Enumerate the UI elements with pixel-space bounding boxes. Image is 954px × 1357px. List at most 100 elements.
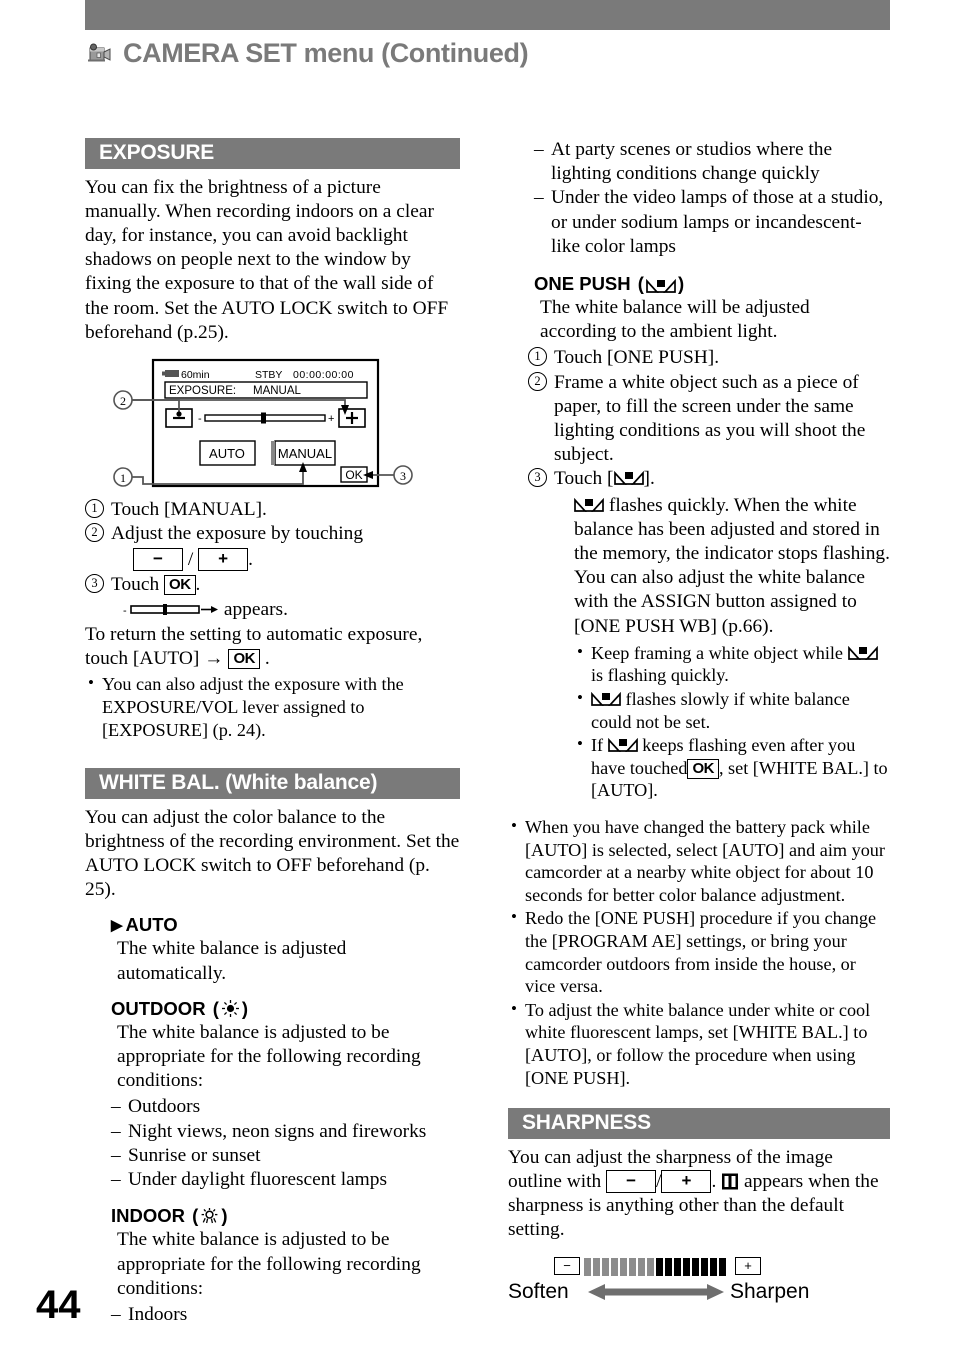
level-bar [719, 1258, 726, 1277]
plus-key-glyph: + [198, 548, 249, 572]
level-bar [611, 1258, 618, 1277]
svg-text:00:00:00:00: 00:00:00:00 [293, 369, 354, 381]
indoor-conditions-list: Indoors [111, 1303, 460, 1327]
paren-close: ) [677, 273, 685, 295]
svg-text:AUTO: AUTO [209, 446, 245, 461]
one-push-wb-icon [607, 736, 638, 753]
period: . [711, 1170, 717, 1192]
list-item: Under the video lamps of those at a stud… [534, 186, 890, 259]
option-name: ONE PUSH [534, 273, 631, 295]
list-item: To adjust the white balance under white … [508, 998, 890, 1089]
level-bar [665, 1258, 672, 1277]
svg-text:EXPOSURE:: EXPOSURE: [169, 385, 236, 397]
arrow-glyph: → [204, 648, 224, 670]
ok-key-glyph: OK [687, 758, 719, 779]
one-push-steps-list: 1 Touch [ONE PUSH]. 2 Frame a white object… [528, 346, 890, 802]
one-push-sub-bullets: Keep framing a white object while is fla… [574, 641, 890, 802]
level-bar [620, 1258, 627, 1277]
section-header-exposure: EXPOSURE [85, 138, 460, 169]
level-bar [710, 1258, 717, 1277]
exposure-appears-line: - appears. [123, 598, 460, 622]
list-item: Sunrise or sunset [111, 1144, 460, 1168]
sharpness-minus-key: − [554, 1257, 580, 1276]
sharpness-body: You can adjust the sharpness of the imag… [508, 1146, 890, 1243]
ok-key-glyph: OK [228, 649, 260, 670]
level-bar [602, 1258, 609, 1277]
list-item: flashes slowly if white balance could no… [574, 687, 890, 733]
option-heading-outdoor: OUTDOOR ( ) [111, 998, 460, 1020]
one-push-detail-1: flashes quickly. When the white balance … [574, 494, 890, 567]
sharpness-indicator-icon [721, 1172, 739, 1191]
svg-text:3: 3 [400, 469, 406, 483]
paren-open: ( [187, 1205, 199, 1227]
step-number: 1 [85, 498, 104, 518]
svg-text:STBY: STBY [255, 369, 282, 381]
bullet-text-pre: If [591, 735, 604, 756]
step-number: 3 [85, 573, 104, 593]
exposure-return-text: To return the setting to automatic expos… [85, 623, 460, 671]
one-push-wb-icon [613, 469, 644, 486]
step-text: Touch [111, 573, 160, 595]
appears-text: appears. [223, 598, 288, 620]
step-number: 2 [528, 371, 547, 391]
option-name: INDOOR [111, 1205, 185, 1227]
section-header-sharpness: SHARPNESS [508, 1108, 890, 1139]
white-bal-intro: You can adjust the color balance to the … [85, 806, 460, 901]
bullet-text-pre: Keep framing a white object while [591, 642, 844, 663]
paren-open: ( [207, 997, 219, 1019]
list-item: Under daylight fluorescent lamps [111, 1168, 460, 1192]
level-bar [701, 1258, 708, 1277]
slash-separator: / [187, 549, 194, 571]
level-bar [638, 1258, 645, 1277]
level-bar [593, 1258, 600, 1277]
one-push-step-3: 3 Touch [ ]. flashes quickly. When the w… [528, 467, 890, 802]
minus-key-glyph: − [606, 1169, 657, 1193]
plus-key-glyph: + [661, 1169, 712, 1193]
exposure-bullets: You can also adjust the exposure with th… [85, 672, 460, 741]
one-push-wb-icon [574, 496, 604, 512]
one-push-wb-icon [646, 277, 676, 293]
step-text: Touch [ [554, 468, 614, 490]
detail-text: flashes quickly. When the white balance … [574, 494, 890, 565]
step-text-end: ]. [643, 468, 655, 490]
soften-label: Soften [508, 1280, 569, 1304]
sun-icon [221, 999, 240, 1018]
option-name: OUTDOOR [111, 997, 206, 1019]
step-number: 2 [85, 523, 104, 543]
svg-text:OK: OK [345, 468, 362, 482]
option-name: AUTO [125, 914, 178, 936]
exposure-steps-list: 1 Touch [MANUAL]. 2 Adjust the exposure by… [85, 498, 460, 597]
bullet-text-post: is flashing quickly. [591, 665, 729, 686]
step-number: 3 [528, 468, 547, 488]
list-item: Redo the [ONE PUSH] procedure if you cha… [508, 906, 890, 997]
svg-text:2: 2 [120, 394, 126, 408]
right-column: At party scenes or studios where the lig… [508, 138, 890, 1316]
one-push-step-1: 1 Touch [ONE PUSH]. [528, 346, 890, 370]
section-header-white-bal: WHITE BAL. (White balance) [85, 768, 460, 799]
triangle-marker-icon: ▶ [111, 916, 123, 934]
exposure-bar-icon: - [123, 600, 219, 617]
sharpness-level-bars [584, 1258, 726, 1277]
exposure-step-3: 3 Touch OK. [85, 573, 460, 597]
one-push-body: The white balance will be adjusted accor… [540, 297, 810, 343]
period: . [195, 573, 201, 595]
list-item: When you have changed the battery pack w… [508, 815, 890, 906]
camcorder-icon [85, 42, 113, 66]
sharpness-slider-figure: − + Soften Sharpen [508, 1254, 890, 1316]
white-bal-notes: When you have changed the battery pack w… [508, 815, 890, 1089]
svg-text:1: 1 [120, 471, 126, 485]
level-bar [629, 1258, 636, 1277]
level-bar [674, 1258, 681, 1277]
option-body-indoor: The white balance is adjusted to be appr… [117, 1229, 421, 1299]
level-bar [647, 1258, 654, 1277]
one-push-step-2: 2 Frame a white object such as a piece of… [528, 371, 890, 468]
one-push-wb-icon [847, 644, 878, 660]
outdoor-conditions-list: Outdoors Night views, neon signs and fir… [111, 1095, 460, 1192]
svg-text:60min: 60min [181, 369, 210, 381]
list-item: Keep framing a white object while is fla… [574, 641, 890, 687]
step-text: Frame a white object such as a piece of … [554, 371, 866, 466]
svg-text:-: - [123, 605, 127, 617]
exposure-intro: You can fix the brightness of a picture … [85, 176, 449, 343]
step-number: 1 [528, 347, 547, 367]
one-push-detail-2: You can also adjust the white balance wi… [574, 567, 865, 637]
